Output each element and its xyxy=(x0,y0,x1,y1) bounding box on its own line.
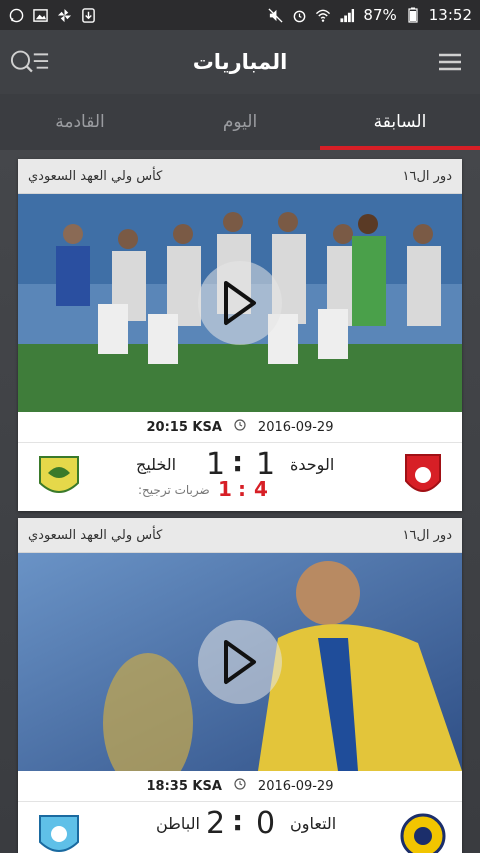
match-card-header: كأس ولي العهد السعودي دور ال١٦ xyxy=(18,518,462,553)
score-separator: : xyxy=(232,445,244,478)
home-team-name: التعاون xyxy=(290,814,337,833)
page-title: المباريات xyxy=(192,50,288,74)
penalties-separator: : xyxy=(238,477,246,501)
status-bar: 87% 13:52 xyxy=(0,0,480,30)
home-team-name: الوحدة xyxy=(290,455,335,474)
search-list-icon xyxy=(10,50,49,73)
tab-bar: السابقة اليوم القادمة xyxy=(0,94,480,150)
match-video-thumbnail[interactable] xyxy=(18,553,462,771)
whatsapp-icon xyxy=(8,7,24,23)
away-team-name: الباطن xyxy=(156,814,200,833)
match-date: 2016-09-29 xyxy=(257,778,334,794)
mute-icon xyxy=(267,7,283,23)
away-score: 2 xyxy=(206,806,226,841)
match-score: الخليج 1 : 1 الوحدة :ضربات ترجيح 1 : 4 xyxy=(18,443,462,511)
match-date: 2016-09-29 xyxy=(257,419,334,435)
play-icon xyxy=(224,640,256,684)
match-round: دور ال١٦ xyxy=(402,168,452,184)
match-competition: كأس ولي العهد السعودي xyxy=(28,168,163,184)
away-team-name: الخليج xyxy=(136,455,177,474)
score-separator: : xyxy=(232,804,244,837)
signal-icon xyxy=(339,7,355,23)
hamburger-icon xyxy=(439,53,461,71)
alarm-icon xyxy=(291,7,307,23)
tab-previous[interactable]: السابقة xyxy=(320,94,480,150)
app-bar: المباريات xyxy=(0,30,480,94)
away-penalties: 1 xyxy=(218,477,232,501)
battery-icon xyxy=(405,7,421,23)
clock-icon xyxy=(234,778,246,794)
match-card[interactable]: كأس ولي العهد السعودي دور ال١٦ xyxy=(18,159,462,511)
matches-list[interactable]: كأس ولي العهد السعودي دور ال١٦ 20:15 KSA… xyxy=(0,150,480,853)
pinwheel-icon xyxy=(56,7,72,23)
gallery-icon xyxy=(32,7,48,23)
match-card-header: كأس ولي العهد السعودي دور ال١٦ xyxy=(18,159,462,194)
batin-crest-icon xyxy=(36,812,82,853)
download-box-icon xyxy=(80,7,96,23)
match-round: دور ال١٦ xyxy=(402,527,452,543)
play-button[interactable] xyxy=(198,620,282,704)
status-right-icons: 87% 13:52 xyxy=(267,6,472,24)
menu-button[interactable] xyxy=(430,44,470,80)
match-card[interactable]: كأس ولي العهد السعودي دور ال١٦ xyxy=(18,518,462,853)
penalties-label: :ضربات ترجيح xyxy=(138,483,210,497)
match-datetime: 20:15 KSA 2016-09-29 xyxy=(18,412,462,443)
tab-today[interactable]: اليوم xyxy=(160,94,320,150)
search-filter-button[interactable] xyxy=(10,44,50,80)
match-time: 18:35 KSA xyxy=(146,778,222,794)
play-button[interactable] xyxy=(198,261,282,345)
status-left-icons xyxy=(8,7,96,23)
tab-upcoming[interactable]: القادمة xyxy=(0,94,160,150)
wehda-crest-icon xyxy=(400,453,446,501)
match-competition: كأس ولي العهد السعودي xyxy=(28,527,163,543)
battery-percent: 87% xyxy=(363,6,397,24)
clock-icon xyxy=(234,419,246,435)
play-icon xyxy=(224,281,256,325)
home-penalties: 4 xyxy=(254,477,268,501)
match-score: الباطن 2 : 0 التعاون xyxy=(18,802,462,853)
clock: 13:52 xyxy=(428,6,472,24)
wifi-icon xyxy=(315,7,331,23)
match-video-thumbnail[interactable] xyxy=(18,194,462,412)
match-time: 20:15 KSA xyxy=(146,419,222,435)
khaleej-crest-icon xyxy=(36,453,82,501)
home-score: 0 xyxy=(256,806,276,841)
match-datetime: 18:35 KSA 2016-09-29 xyxy=(18,771,462,802)
taawoun-crest-icon xyxy=(400,812,446,853)
